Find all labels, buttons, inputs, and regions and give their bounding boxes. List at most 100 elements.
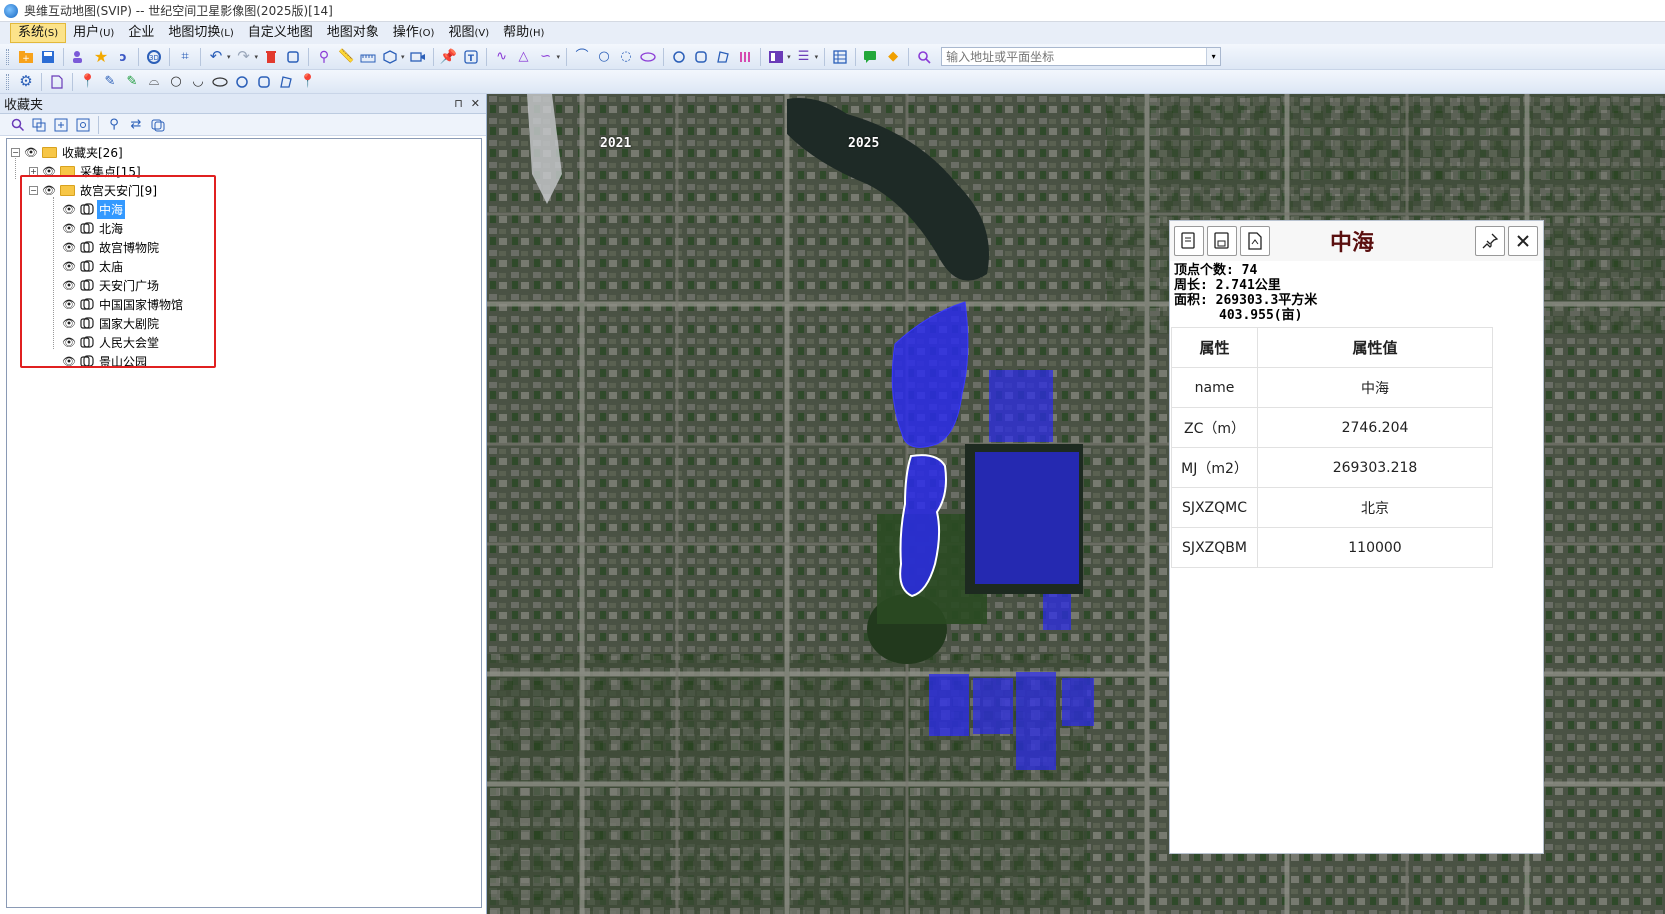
text-icon[interactable]: T [461,47,481,67]
menu-item[interactable]: 系统(S) [10,23,67,43]
ruler-icon[interactable]: 📏 [336,47,356,67]
search-icon[interactable] [7,115,27,135]
new-doc-icon[interactable] [47,72,67,92]
square-icon[interactable] [254,72,274,92]
pin-blue-icon[interactable]: ✎ [100,72,120,92]
close-icon[interactable] [1508,226,1538,256]
layout-icon[interactable] [766,47,786,67]
ellipse-icon[interactable] [210,72,230,92]
panel-toolbar: ⚲ ⇄ [0,114,486,136]
address-search-box[interactable]: ▾ [941,47,1222,66]
refresh-icon[interactable]: ⇄ [126,115,146,135]
draw-toolbar: ⚙ 📍 ✎ ✎ ⌓ ○ ◡ 📍 [0,70,1665,94]
copy-icon[interactable] [29,115,49,135]
star-icon[interactable]: ★ [91,47,111,67]
user-icon[interactable] [69,47,89,67]
pin-yellow-icon[interactable]: 📍 [78,72,98,92]
pin-icon[interactable]: 📌 [439,47,459,67]
menu-item-accelerator: (L) [220,28,234,39]
chat-icon[interactable] [861,47,881,67]
open-icon[interactable]: + [16,47,36,67]
menu-item[interactable]: 用户(U) [66,23,121,43]
list-icon[interactable]: ☰ [794,47,814,67]
bars-icon[interactable] [735,47,755,67]
circle-icon[interactable]: ○ [166,72,186,92]
polygon-national-museum[interactable] [1062,678,1094,726]
circle-fill-icon[interactable] [669,47,689,67]
save-doc-icon[interactable] [1207,226,1237,256]
video-icon[interactable] [408,47,428,67]
svg-text:3D: 3D [149,54,159,62]
square-icon[interactable] [691,47,711,67]
polyline-icon[interactable]: ∿ [492,47,512,67]
polygon-tiananmen-square[interactable] [1016,672,1056,770]
circle-fill-icon[interactable] [232,72,252,92]
attribute-table: 属性 属性值 name 中海 ZC（m） 2746.204 MJ（m2） 269303.2… [1171,327,1493,568]
toolbar-grip[interactable] [6,73,9,90]
chevron-down-icon[interactable]: ▾ [1206,48,1221,65]
link-icon[interactable]: ↄ [113,47,133,67]
column-header: 属性值 [1257,327,1493,368]
polygon-taimiao[interactable] [1043,594,1071,630]
separator [566,47,568,66]
export-icon[interactable] [51,115,71,135]
menu-item-accelerator: (O) [418,28,435,39]
triangle-icon[interactable]: △ [514,47,534,67]
menu-item[interactable]: 视图(V) [441,23,496,43]
arc2-icon[interactable]: ◌ [616,47,636,67]
polygon-jingshan[interactable] [989,370,1053,442]
gear-icon[interactable]: ⚙ [16,72,36,92]
cube-icon[interactable] [380,47,400,67]
edit-doc-icon[interactable] [1174,226,1204,256]
table-row: name 中海 [1171,367,1493,408]
address-input[interactable] [942,48,1207,65]
collapse-icon[interactable]: − [11,148,20,157]
save-icon[interactable] [38,47,58,67]
menu-item[interactable]: 地图对象 [320,23,386,43]
marker-icon[interactable]: ⚲ [314,47,334,67]
title-bar: 奥维互动地图(SVIP) -- 世纪空间卫星影像图(2025版)[14] [0,0,1665,22]
road-icon[interactable]: ⌓ [144,72,164,92]
measure-area-icon[interactable] [358,47,378,67]
shape-icon[interactable] [276,72,296,92]
circle-icon[interactable]: ○ [594,47,614,67]
arc-icon[interactable]: ◡ [188,72,208,92]
attribute-key: name [1171,367,1258,408]
panel-title: 收藏夹 [4,98,44,113]
menu-item[interactable]: 企业 [121,23,161,43]
location-pin-icon[interactable]: 📍 [298,72,318,92]
arc-icon[interactable]: ⌒ [572,47,592,67]
close-panel-icon[interactable]: ✕ [471,97,480,110]
menu-item[interactable]: 地图切换(L) [161,23,240,43]
redo-icon[interactable]: ↷ [234,47,254,67]
marker-icon[interactable]: ⚲ [104,115,124,135]
toolbar-grip[interactable] [6,48,9,65]
gem-icon[interactable]: ◆ [883,47,903,67]
menu-item[interactable]: 帮助(H) [496,23,551,43]
menu-item[interactable]: 操作(O) [386,23,442,43]
shape-icon[interactable] [713,47,733,67]
menu-item[interactable]: 自定义地图 [241,23,320,43]
pin-icon[interactable] [1475,226,1505,256]
menu-bar: 系统(S) 用户(U) 企业 地图切换(L) 自定义地图 地图对象 操作(O) 视图(V) 帮助… [0,22,1665,44]
polygon-great-hall[interactable] [973,678,1013,734]
globe-3d-icon[interactable]: 3D [144,47,164,67]
pin-panel-icon[interactable]: ⊓ [454,97,463,110]
curve-icon[interactable]: ∽ [536,47,556,67]
undo-icon[interactable]: ↶ [206,47,226,67]
tree-root-row[interactable]: − 👁 收藏夹[26] [7,143,481,162]
delete-icon[interactable] [261,47,281,67]
separator [824,47,826,66]
search-icon[interactable] [914,47,934,67]
pin-green-icon[interactable]: ✎ [122,72,142,92]
export-doc-icon[interactable] [1240,226,1270,256]
polygon-grand-theatre[interactable] [929,674,969,736]
polygon-forbidden-city[interactable] [975,452,1079,584]
polygon-icon[interactable] [148,115,168,135]
ellipse-icon[interactable] [638,47,658,67]
locate-icon[interactable] [73,115,93,135]
table-icon[interactable] [830,47,850,67]
select-icon[interactable] [283,47,303,67]
eye-icon[interactable]: 👁 [23,146,39,159]
crop-icon[interactable]: ⌗ [175,47,195,67]
